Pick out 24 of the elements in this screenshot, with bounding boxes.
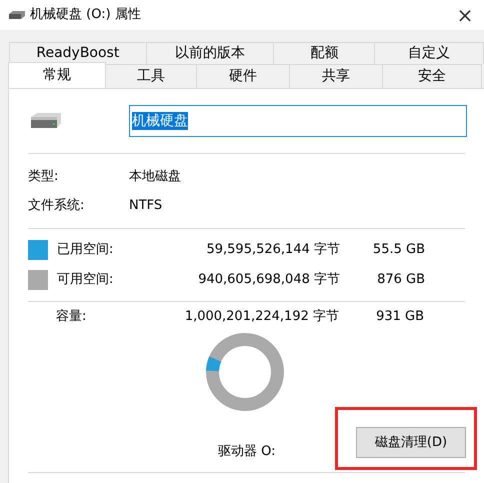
capacity-bytes: 1,000,201,224,192 字节 (184, 308, 339, 326)
space-size: 55.5 GB (372, 241, 425, 260)
space-label: 已用空间: (57, 241, 114, 260)
tab[interactable]: ReadyBoost (9, 42, 147, 64)
space-bytes: 940,605,698,048 字节 (197, 271, 340, 290)
capacity-size: 931 GB (375, 308, 424, 326)
close-button[interactable]: × (452, 2, 478, 28)
window-title: 机械硬盘 (O:) 属性 (30, 6, 141, 24)
field-label: 类型: (28, 168, 60, 186)
tab[interactable]: 常规 (8, 62, 106, 88)
drive-icon (9, 11, 25, 19)
drive-icon (29, 113, 63, 129)
capacity-label: 容量: (56, 308, 88, 326)
field-value: 本地磁盘 (129, 168, 181, 186)
field-value: NTFS (129, 196, 162, 215)
drive-label: 驱动器 O: (218, 443, 276, 461)
field-label: 文件系统: (28, 196, 86, 215)
space-label: 可用空间: (57, 271, 114, 290)
space-size: 876 GB (376, 271, 425, 290)
space-bytes: 59,595,526,144 字节 (205, 241, 340, 260)
tab[interactable]: 自定义 (374, 42, 484, 64)
cleanup-button[interactable]: 磁盘清理(D) (356, 427, 466, 458)
tab[interactable]: 安全 (382, 64, 482, 88)
name-field[interactable]: 机械硬盘 (129, 105, 467, 137)
